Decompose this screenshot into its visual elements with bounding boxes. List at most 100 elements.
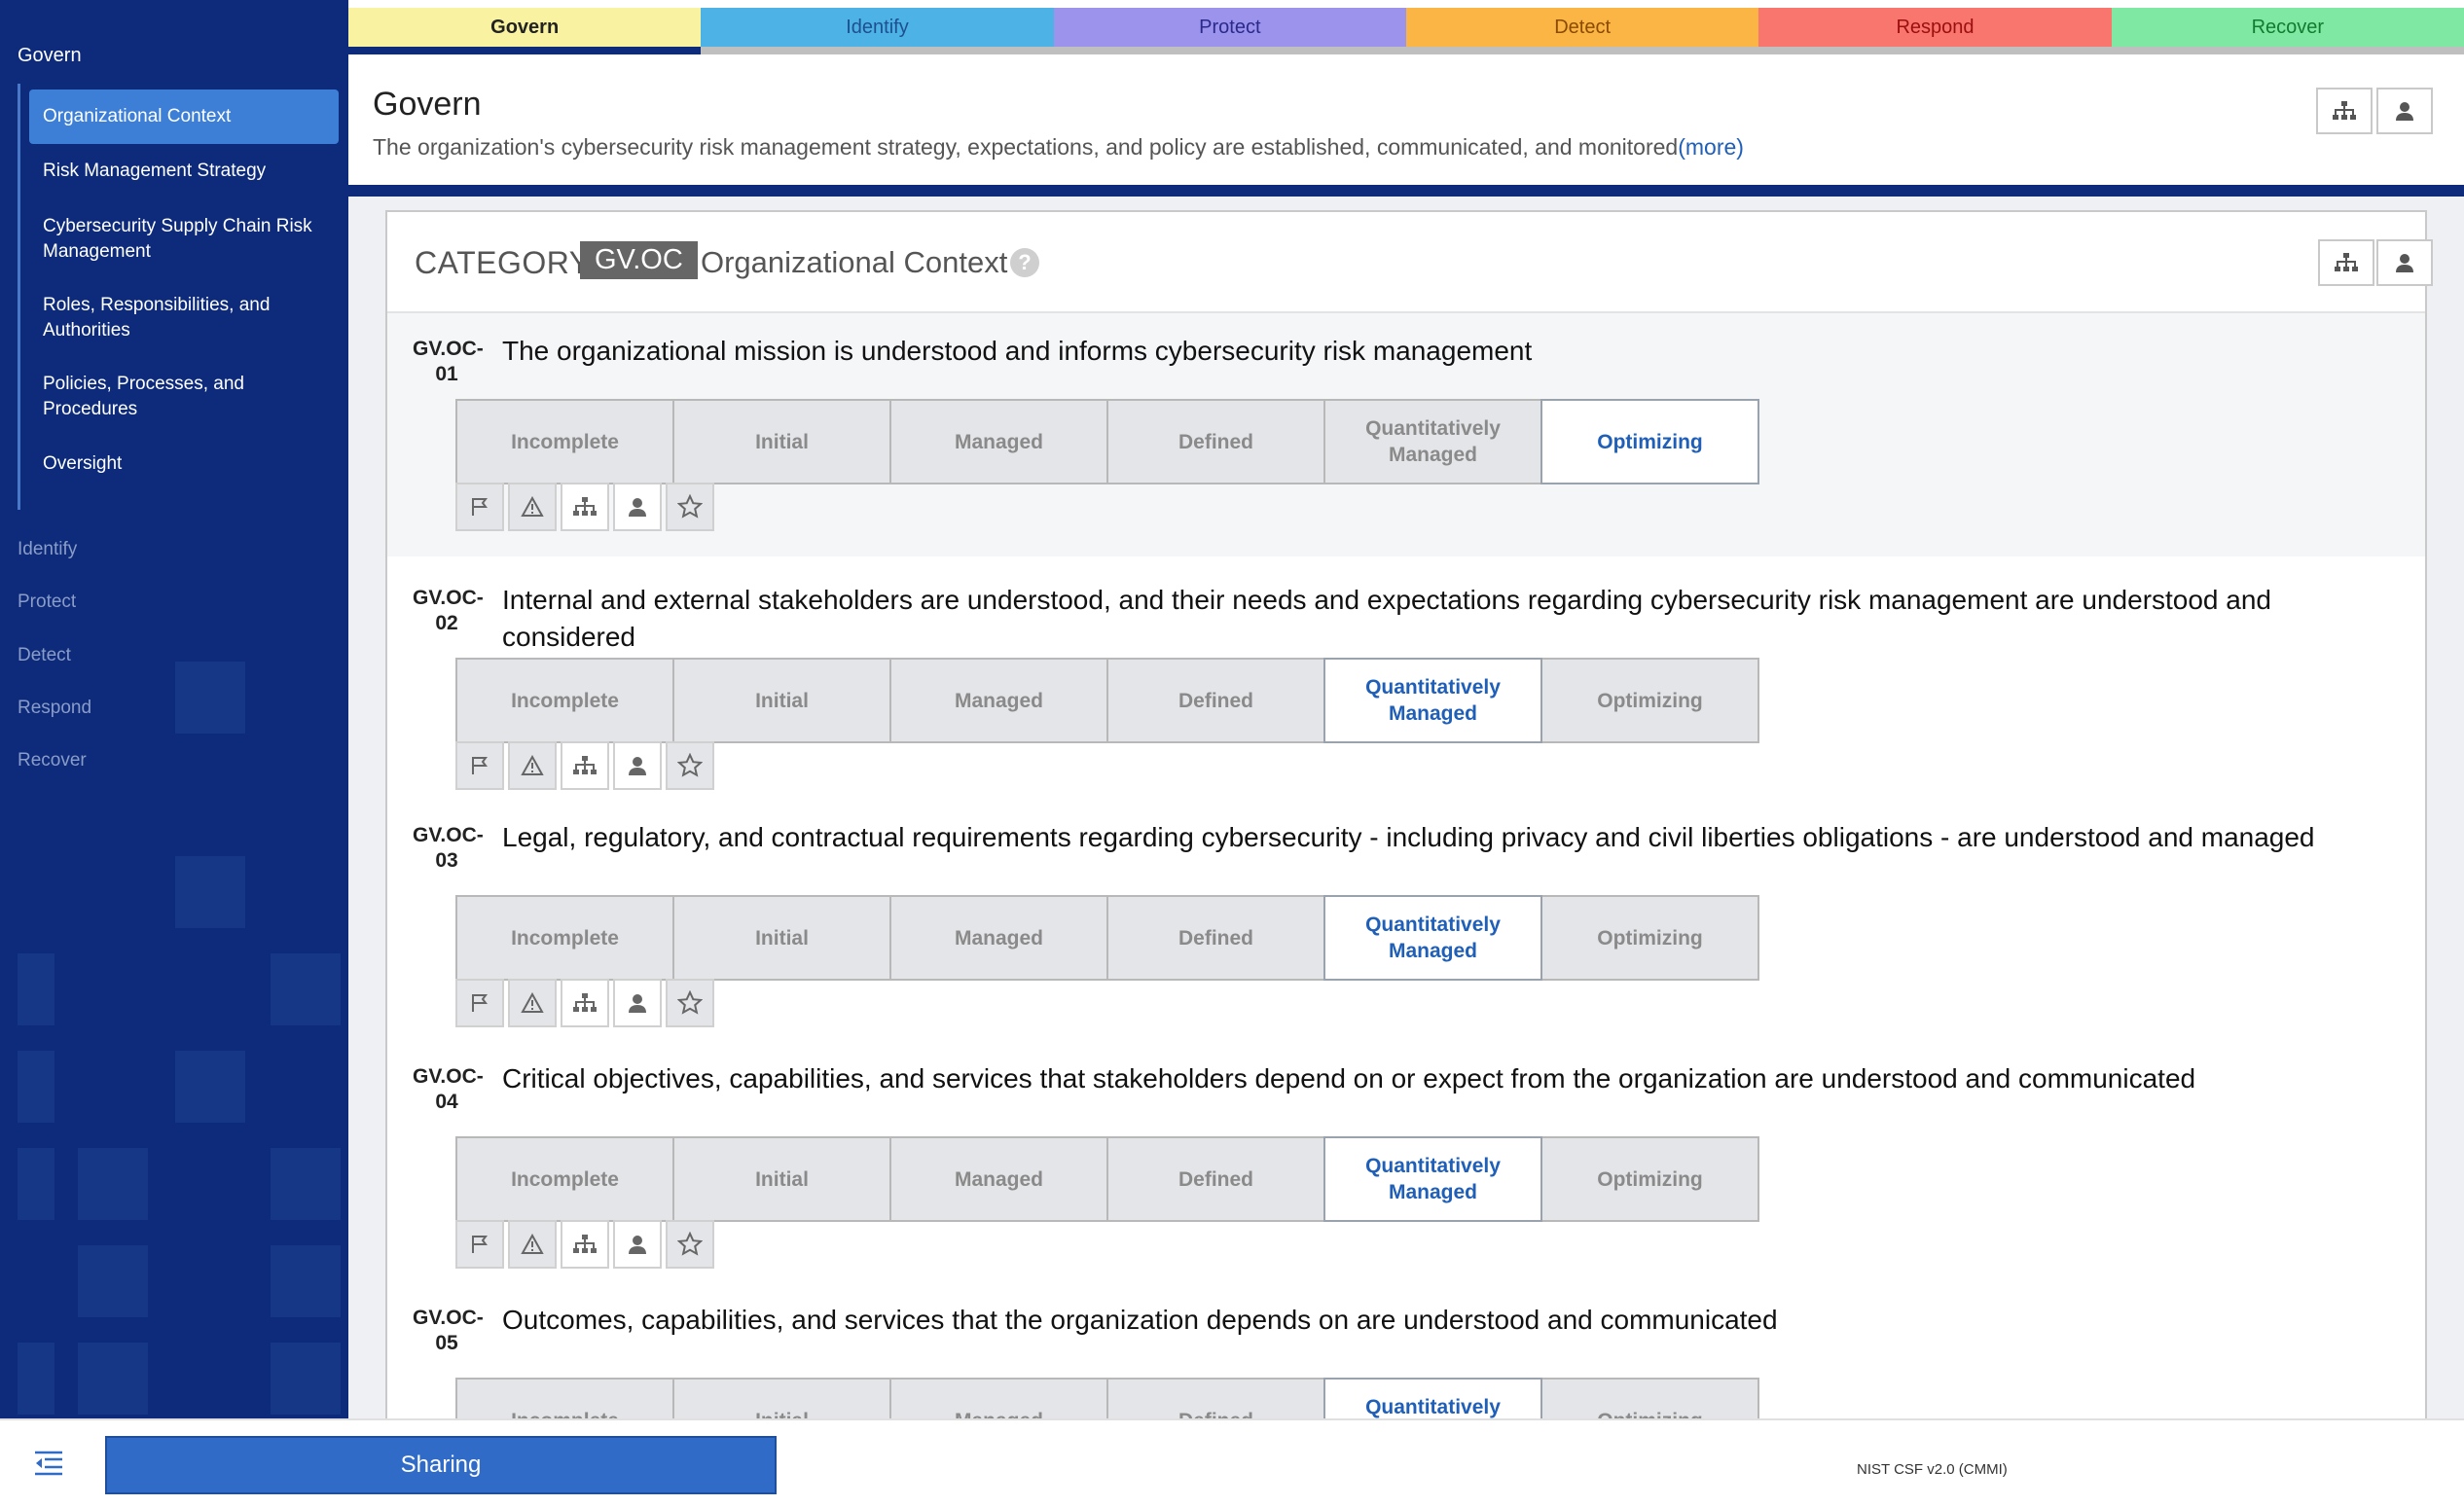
maturity-level-defined-button[interactable]: Defined xyxy=(1106,1136,1325,1222)
help-icon[interactable]: ? xyxy=(1010,248,1039,277)
maturity-level-quantitatively-managed-button[interactable]: Quantitatively Managed xyxy=(1323,658,1542,743)
star-button[interactable] xyxy=(666,1220,714,1269)
maturity-level-managed-button[interactable]: Managed xyxy=(889,1378,1108,1418)
person-button[interactable] xyxy=(613,1220,662,1269)
maturity-level-quantitatively-managed-button[interactable]: Quantitatively Managed xyxy=(1323,1136,1542,1222)
tab-detect[interactable]: Detect xyxy=(1405,8,1759,54)
function-description: The organization's cybersecurity risk ma… xyxy=(373,134,1744,161)
warning-button[interactable] xyxy=(508,483,557,531)
tab-label: Respond xyxy=(1896,16,1975,38)
person-icon xyxy=(629,498,646,517)
maturity-level-initial-button[interactable]: Initial xyxy=(672,895,891,981)
maturity-level-quantitatively-managed-button[interactable]: Quantitatively Managed xyxy=(1323,895,1542,981)
maturity-level-initial-button[interactable]: Initial xyxy=(672,1378,891,1418)
person-button[interactable] xyxy=(613,741,662,790)
sidebar-item-risk-management-strategy[interactable]: Risk Management Strategy xyxy=(29,159,339,184)
maturity-level-defined-button[interactable]: Defined xyxy=(1106,399,1325,484)
sidebar-section-protect[interactable]: Protect xyxy=(18,592,76,613)
subcategory-toolbar xyxy=(455,483,714,531)
sidebar-section-detect[interactable]: Detect xyxy=(18,645,71,666)
maturity-level-optimizing-button[interactable]: Optimizing xyxy=(1540,658,1759,743)
maturity-level-incomplete-button[interactable]: Incomplete xyxy=(455,1136,674,1222)
warning-icon xyxy=(521,755,544,775)
category-label: CATEGORY xyxy=(415,245,591,280)
person-icon xyxy=(2396,254,2413,272)
subcategory-id-number: 03 xyxy=(435,849,458,872)
maturity-level-optimizing-button[interactable]: Optimizing xyxy=(1540,1378,1759,1418)
org-chart-button[interactable] xyxy=(2316,88,2373,134)
maturity-level-defined-button[interactable]: Defined xyxy=(1106,895,1325,981)
sharing-button[interactable]: Sharing xyxy=(105,1436,777,1494)
tab-recover[interactable]: Recover xyxy=(2111,8,2464,54)
sidebar-item-supply-chain-risk[interactable]: Cybersecurity Supply Chain Risk Manageme… xyxy=(29,214,339,265)
category-panel: CATEGORY GV.OC Organizational Context ? … xyxy=(385,210,2433,1418)
sidebar-item-roles[interactable]: Roles, Responsibilities, and Authorities xyxy=(29,293,339,343)
warning-button[interactable] xyxy=(508,1220,557,1269)
org-chart-button[interactable] xyxy=(561,1220,609,1269)
maturity-level-defined-button[interactable]: Defined xyxy=(1106,658,1325,743)
org-chart-button[interactable] xyxy=(561,979,609,1027)
description-text: The organization's cybersecurity risk ma… xyxy=(373,134,1679,160)
background-tile xyxy=(271,1245,341,1317)
subcategory-id: GV.OC- 04 xyxy=(413,1064,484,1115)
tab-label: Identify xyxy=(846,16,909,38)
sidebar-item-oversight[interactable]: Oversight xyxy=(29,451,339,477)
sidebar-item-policies[interactable]: Policies, Processes, and Procedures xyxy=(29,372,339,422)
maturity-level-incomplete-button[interactable]: Incomplete xyxy=(455,1378,674,1418)
maturity-level-incomplete-button[interactable]: Incomplete xyxy=(455,895,674,981)
flag-button[interactable] xyxy=(455,1220,504,1269)
sidebar-section-govern[interactable]: Govern xyxy=(18,45,82,67)
star-button[interactable] xyxy=(666,741,714,790)
tab-respond[interactable]: Respond xyxy=(1758,8,2112,54)
subcategory-id-prefix: GV.OC- xyxy=(413,1065,484,1088)
person-button[interactable] xyxy=(613,483,662,531)
maturity-level-optimizing-button[interactable]: Optimizing xyxy=(1540,895,1759,981)
more-link[interactable]: (more) xyxy=(1678,134,1744,160)
warning-icon xyxy=(521,992,544,1013)
maturity-level-optimizing-button[interactable]: Optimizing xyxy=(1540,1136,1759,1222)
maturity-level-optimizing-button[interactable]: Optimizing xyxy=(1540,399,1759,484)
warning-button[interactable] xyxy=(508,979,557,1027)
sidebar-section-identify[interactable]: Identify xyxy=(18,539,77,560)
background-tile xyxy=(78,1245,148,1317)
maturity-level-initial-button[interactable]: Initial xyxy=(672,1136,891,1222)
maturity-level-quantitatively-managed-button[interactable]: Quantitatively Managed xyxy=(1323,1378,1542,1418)
function-tabs: Govern Identify Protect Detect Respond R… xyxy=(348,8,2464,62)
tab-label: Protect xyxy=(1199,16,1261,38)
sidebar-item-organizational-context[interactable]: Organizational Context xyxy=(29,90,339,144)
tab-govern[interactable]: Govern xyxy=(348,8,702,54)
background-tile xyxy=(78,1148,148,1220)
org-chart-button[interactable] xyxy=(561,483,609,531)
maturity-level-initial-button[interactable]: Initial xyxy=(672,658,891,743)
maturity-level-managed-button[interactable]: Managed xyxy=(889,895,1108,981)
page-title: Govern xyxy=(373,86,482,123)
flag-button[interactable] xyxy=(455,483,504,531)
maturity-level-quantitatively-managed-button[interactable]: Quantitatively Managed xyxy=(1323,399,1542,484)
category-person-button[interactable] xyxy=(2376,239,2433,286)
footer: Sharing NIST CSF v2.0 (CMMI) xyxy=(0,1418,2464,1506)
tab-identify[interactable]: Identify xyxy=(701,8,1054,54)
maturity-level-initial-button[interactable]: Initial xyxy=(672,399,891,484)
category-org-chart-button[interactable] xyxy=(2318,239,2374,286)
maturity-level-managed-button[interactable]: Managed xyxy=(889,658,1108,743)
star-button[interactable] xyxy=(666,483,714,531)
subcategory-text: Legal, regulatory, and contractual requi… xyxy=(502,822,2315,852)
maturity-level-defined-button[interactable]: Defined xyxy=(1106,1378,1325,1418)
maturity-level-incomplete-button[interactable]: Incomplete xyxy=(455,658,674,743)
warning-button[interactable] xyxy=(508,741,557,790)
person-button[interactable] xyxy=(613,979,662,1027)
collapse-sidebar-button[interactable] xyxy=(29,1448,68,1479)
org-chart-button[interactable] xyxy=(561,741,609,790)
maturity-level-incomplete-button[interactable]: Incomplete xyxy=(455,399,674,484)
tab-protect[interactable]: Protect xyxy=(1053,8,1406,54)
maturity-level-managed-button[interactable]: Managed xyxy=(889,1136,1108,1222)
flag-button[interactable] xyxy=(455,741,504,790)
person-button[interactable] xyxy=(2376,88,2433,134)
flag-button[interactable] xyxy=(455,979,504,1027)
maturity-level-managed-button[interactable]: Managed xyxy=(889,399,1108,484)
sidebar: Govern Organizational Context Risk Manag… xyxy=(0,0,348,1418)
subcategory-id-prefix: GV.OC- xyxy=(413,1307,484,1329)
star-button[interactable] xyxy=(666,979,714,1027)
sidebar-section-respond[interactable]: Respond xyxy=(18,698,91,719)
sidebar-section-recover[interactable]: Recover xyxy=(18,750,87,771)
